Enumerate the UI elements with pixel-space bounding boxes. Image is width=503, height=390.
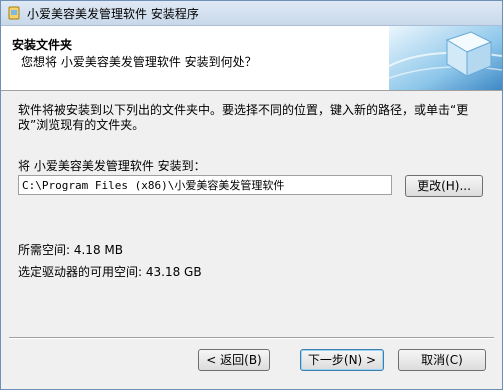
instructions-text: 软件将被安装到以下列出的文件夹中。要选择不同的位置，键入新的路径，或单击“更改”…: [18, 103, 469, 132]
destination-path-field[interactable]: C:\Program Files (x86)\小爱美容美发管理软件: [18, 175, 392, 195]
wizard-header: 安装文件夹 您想将 小爱美容美发管理软件 安装到何处？: [1, 26, 503, 91]
installer-app-icon: [6, 5, 22, 21]
footer-divider: [9, 337, 494, 339]
destination-label: 将 小爱美容美发管理软件 安装到：: [18, 159, 206, 173]
browse-button[interactable]: 更改(H)...: [405, 175, 483, 197]
installer-window: 小爱美容美发管理软件 安装程序 安装文件夹 您想将 小爱美容美发管理软件 安装到…: [0, 0, 503, 390]
title-bar[interactable]: 小爱美容美发管理软件 安装程序: [1, 1, 502, 26]
next-button[interactable]: 下一步(N) >: [300, 349, 384, 371]
cancel-button[interactable]: 取消(C): [398, 349, 486, 371]
back-button[interactable]: < 返回(B): [198, 349, 270, 371]
space-required-text: 所需空间: 4.18 MB: [18, 243, 123, 257]
installer-banner-graphic: [388, 26, 503, 90]
page-subtitle: 您想将 小爱美容美发管理软件 安装到何处？: [21, 55, 257, 69]
wizard-content: 软件将被安装到以下列出的文件夹中。要选择不同的位置，键入新的路径，或单击“更改”…: [1, 91, 502, 336]
space-available-text: 选定驱动器的可用空间: 43.18 GB: [18, 265, 202, 279]
window-title: 小爱美容美发管理软件 安装程序: [27, 7, 199, 21]
page-title: 安装文件夹: [12, 38, 73, 52]
